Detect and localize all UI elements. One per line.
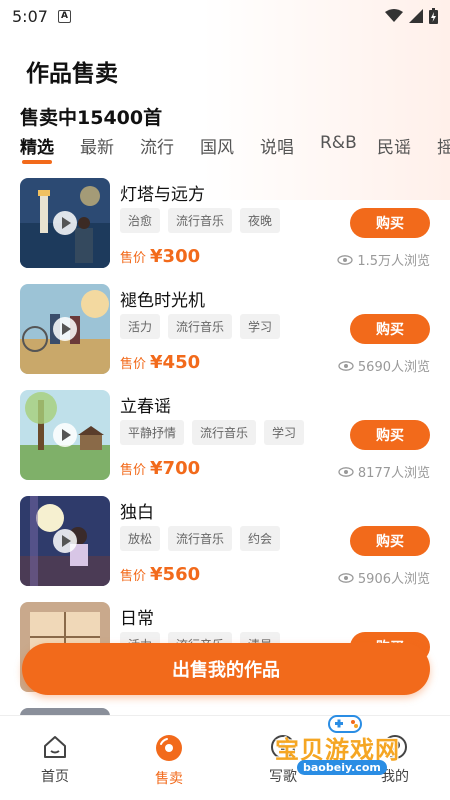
tag: 流行音乐	[168, 314, 233, 339]
song-item[interactable]: 褪色时光机 活力 流行音乐 学习 售价 ¥450 购买 5690人浏览	[0, 276, 450, 382]
tag: 学习	[264, 420, 305, 445]
play-icon[interactable]	[53, 317, 77, 341]
song-cover[interactable]	[20, 708, 110, 715]
tab-latest[interactable]: 最新	[80, 133, 114, 158]
view-count: 1.5万人浏览	[337, 250, 430, 269]
tab-guofeng[interactable]: 国风	[200, 133, 234, 158]
buy-button[interactable]: 购买	[350, 314, 430, 344]
play-icon[interactable]	[53, 423, 77, 447]
song-price: 售价 ¥700	[120, 458, 200, 479]
song-tags: 活力 流行音乐 学习	[120, 314, 281, 339]
view-count: 5906人浏览	[338, 568, 430, 587]
tag: 流行音乐	[168, 526, 233, 551]
song-tags: 治愈 流行音乐 夜晚	[120, 208, 281, 233]
tab-rnb[interactable]: R&B	[320, 133, 357, 153]
eye-icon	[338, 466, 354, 477]
tag: 夜晚	[240, 208, 281, 233]
watermark: 宝贝游戏网 baobeiy.com	[275, 712, 425, 782]
tab-rap[interactable]: 说唱	[260, 133, 294, 158]
price-label: 售价	[120, 463, 147, 478]
price-value: ¥300	[150, 246, 201, 267]
tab-rock[interactable]: 摇	[437, 133, 450, 158]
tag: 约会	[240, 526, 281, 551]
tag: 流行音乐	[168, 208, 233, 233]
buy-button[interactable]: 购买	[350, 420, 430, 450]
song-title: 独白	[120, 503, 154, 523]
sell-my-work-button[interactable]: 出售我的作品	[22, 643, 430, 695]
song-title: 褪色时光机	[120, 291, 205, 311]
price-label: 售价	[120, 357, 147, 372]
tag: 活力	[120, 314, 161, 339]
song-item[interactable]: 独白 放松 流行音乐 约会 售价 ¥560 购买 5906人浏览	[0, 488, 450, 594]
tab-folk[interactable]: 民谣	[377, 133, 411, 158]
song-price: 售价 ¥300	[120, 246, 200, 267]
song-tags: 平静抒情 流行音乐 学习	[120, 420, 305, 445]
song-item[interactable]: 灯塔与远方 治愈 流行音乐 夜晚 售价 ¥300 购买 1.5万人浏览	[0, 170, 450, 276]
price-value: ¥560	[150, 564, 201, 585]
wifi-icon	[385, 9, 403, 22]
view-count: 5690人浏览	[338, 356, 430, 375]
tab-featured[interactable]: 精选	[20, 133, 54, 158]
song-item[interactable]: 立春谣 平静抒情 流行音乐 学习 售价 ¥700 购买 8177人浏览	[0, 382, 450, 488]
tag: 放松	[120, 526, 161, 551]
view-count-text: 8177人浏览	[357, 466, 430, 481]
eye-icon	[338, 360, 354, 371]
page-title: 作品售卖	[26, 61, 118, 87]
buy-button[interactable]: 购买	[350, 208, 430, 238]
song-title: 日常	[120, 609, 154, 629]
price-label: 售价	[120, 569, 147, 584]
song-cover[interactable]	[20, 496, 110, 586]
play-icon[interactable]	[53, 211, 77, 235]
status-icons	[385, 8, 438, 24]
play-icon[interactable]	[53, 529, 77, 553]
eye-icon	[338, 572, 354, 583]
price-value: ¥700	[150, 458, 201, 479]
tag: 治愈	[120, 208, 161, 233]
song-cover[interactable]	[20, 390, 110, 480]
view-count-text: 5906人浏览	[357, 572, 430, 587]
price-value: ¥450	[150, 352, 201, 373]
selling-count: 售卖中15400首	[20, 107, 163, 129]
song-price: 售价 ¥450	[120, 352, 200, 373]
disc-icon	[156, 735, 182, 761]
song-price: 售价 ¥560	[120, 564, 200, 585]
view-count: 8177人浏览	[338, 462, 430, 481]
song-cover[interactable]	[20, 284, 110, 374]
active-tab-indicator	[22, 160, 52, 164]
nav-home-label: 首页	[41, 769, 69, 785]
eye-icon	[337, 254, 353, 265]
song-tags: 放松 流行音乐 约会	[120, 526, 281, 551]
tag: 平静抒情	[120, 420, 185, 445]
tab-pop[interactable]: 流行	[140, 133, 174, 158]
buy-button[interactable]: 购买	[350, 526, 430, 556]
home-icon	[44, 736, 66, 758]
nav-sell[interactable]: 售卖	[124, 734, 214, 788]
nav-home[interactable]: 首页	[10, 734, 100, 786]
song-cover[interactable]	[20, 178, 110, 268]
tag: 学习	[240, 314, 281, 339]
nav-sell-label: 售卖	[155, 771, 183, 787]
song-list[interactable]: 灯塔与远方 治愈 流行音乐 夜晚 售价 ¥300 购买 1.5万人浏览 褪色时光…	[0, 170, 450, 715]
tag: 流行音乐	[192, 420, 257, 445]
category-tabs: 精选 最新 流行 国风 说唱 R&B 民谣 摇	[20, 133, 450, 165]
status-time: 5:07	[12, 6, 48, 26]
notification-icon: A	[57, 9, 71, 23]
price-label: 售价	[120, 251, 147, 266]
battery-icon	[429, 8, 438, 24]
watermark-url: baobeiy.com	[297, 760, 387, 775]
view-count-text: 5690人浏览	[357, 360, 430, 375]
view-count-text: 1.5万人浏览	[357, 254, 430, 269]
status-bar: 5:07 A	[0, 0, 450, 32]
song-title: 灯塔与远方	[120, 185, 205, 205]
song-title: 立春谣	[120, 397, 171, 417]
signal-icon	[409, 9, 423, 23]
